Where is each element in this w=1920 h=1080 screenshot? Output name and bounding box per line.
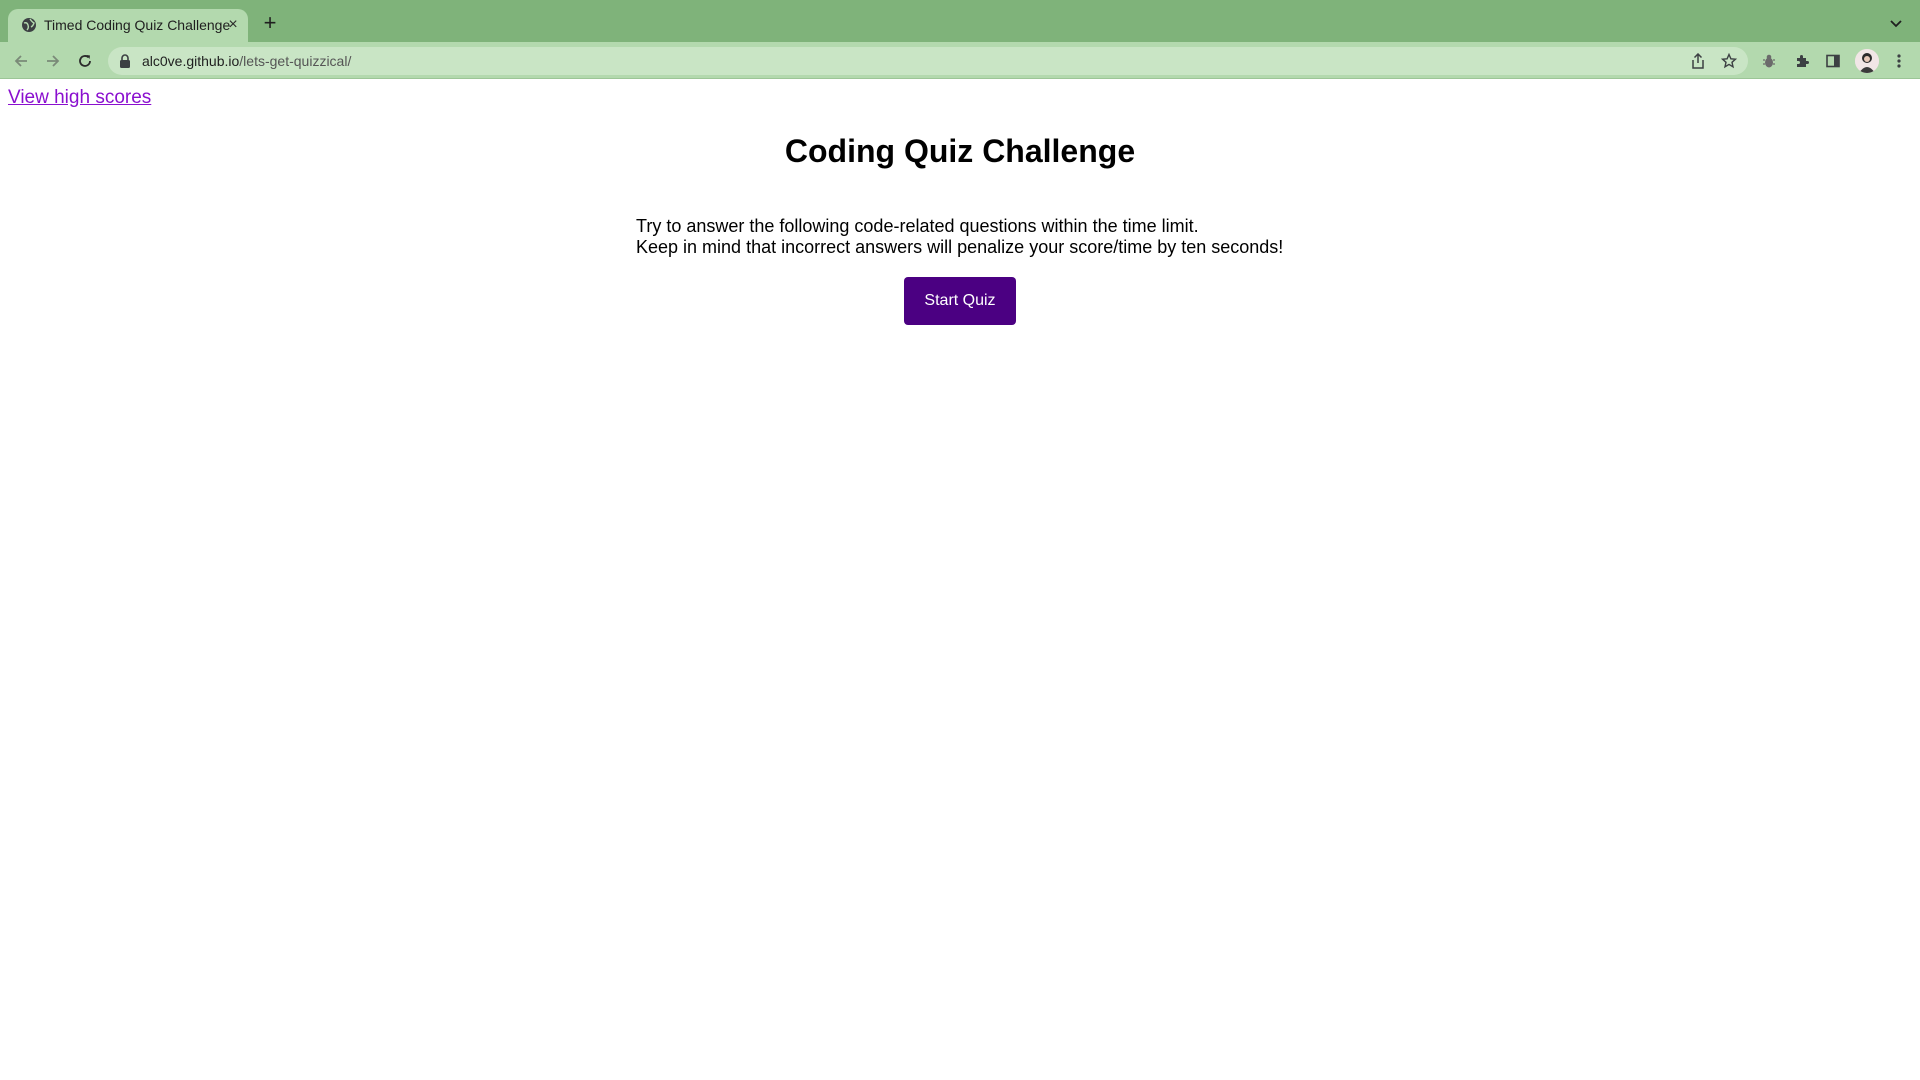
globe-icon xyxy=(21,17,37,33)
active-tab[interactable]: Timed Coding Quiz Challenge × xyxy=(8,9,248,42)
address-bar[interactable]: alc0ve.github.io/lets-get-quizzical/ xyxy=(108,47,1748,75)
start-quiz-button[interactable]: Start Quiz xyxy=(904,277,1016,325)
url-host: alc0ve.github.io xyxy=(142,53,240,69)
close-icon[interactable]: × xyxy=(224,16,242,34)
back-icon[interactable] xyxy=(11,51,31,71)
chevron-down-icon[interactable] xyxy=(1886,14,1906,34)
lock-icon[interactable] xyxy=(118,54,132,68)
side-panel-icon[interactable] xyxy=(1823,51,1843,71)
avatar[interactable] xyxy=(1855,49,1879,73)
tab-strip: Timed Coding Quiz Challenge × + xyxy=(0,0,1920,42)
url-text: alc0ve.github.io/lets-get-quizzical/ xyxy=(142,53,351,69)
plus-icon[interactable]: + xyxy=(260,12,280,34)
browser-toolbar: alc0ve.github.io/lets-get-quizzical/ xyxy=(0,42,1920,79)
tab-title: Timed Coding Quiz Challenge xyxy=(44,17,231,33)
view-high-scores-link[interactable]: View high scores xyxy=(8,87,151,109)
url-path: /lets-get-quizzical/ xyxy=(239,53,352,69)
page-content: View high scores Coding Quiz Challenge T… xyxy=(0,80,1920,1080)
bug-icon[interactable] xyxy=(1759,51,1779,71)
forward-icon[interactable] xyxy=(43,51,63,71)
menu-icon[interactable] xyxy=(1889,51,1909,71)
extensions-icon[interactable] xyxy=(1792,51,1812,71)
reload-icon[interactable] xyxy=(75,51,95,71)
instruction-line-2: Keep in mind that incorrect answers will… xyxy=(636,237,1284,257)
star-icon[interactable] xyxy=(1720,52,1738,70)
instructions: Try to answer the following code-related… xyxy=(636,216,1456,258)
share-icon[interactable] xyxy=(1689,52,1707,70)
page-title: Coding Quiz Challenge xyxy=(784,133,1136,169)
instruction-line-1: Try to answer the following code-related… xyxy=(636,216,1199,236)
